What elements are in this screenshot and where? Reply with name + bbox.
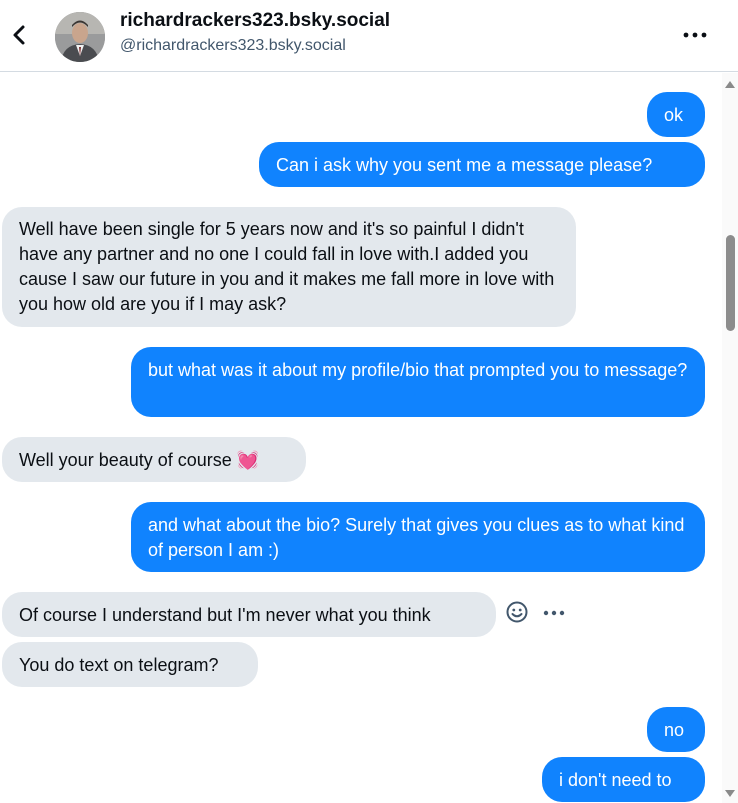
scrollbar[interactable] [722, 73, 738, 803]
chevron-left-icon [13, 25, 25, 45]
message-bubble-incoming[interactable]: Well have been single for 5 years now an… [2, 207, 576, 327]
profile-display-name[interactable]: richardrackers323.bsky.social [120, 10, 390, 32]
scroll-down-arrow-icon[interactable] [725, 790, 735, 797]
conversation-header: richardrackers323.bsky.social @richardra… [0, 0, 738, 72]
smiley-icon [506, 601, 528, 623]
more-horizontal-icon [683, 32, 707, 38]
more-horizontal-icon [543, 610, 565, 616]
conversation-menu-button[interactable] [680, 22, 710, 48]
message-bubble-outgoing[interactable]: Can i ask why you sent me a message plea… [259, 142, 705, 187]
message-bubble-incoming[interactable]: Well your beauty of course 💓 [2, 437, 306, 482]
message-bubble-outgoing[interactable]: but what was it about my profile/bio tha… [131, 347, 705, 417]
message-list: ok Can i ask why you sent me a message p… [0, 73, 722, 803]
scrollbar-thumb[interactable] [726, 235, 735, 331]
message-bubble-outgoing[interactable]: i don't need to [542, 757, 705, 802]
add-reaction-button[interactable] [505, 600, 529, 624]
message-bubble-incoming[interactable]: You do text on telegram? [2, 642, 258, 687]
avatar-image [55, 12, 105, 62]
message-options-button[interactable] [541, 603, 567, 623]
message-bubble-outgoing[interactable]: and what about the bio? Surely that give… [131, 502, 705, 572]
message-bubble-outgoing[interactable]: no [647, 707, 705, 752]
scroll-up-arrow-icon[interactable] [725, 81, 735, 88]
message-bubble-outgoing[interactable]: ok [647, 92, 705, 137]
avatar[interactable] [55, 12, 105, 62]
profile-handle: @richardrackers323.bsky.social [120, 37, 346, 54]
back-button[interactable] [8, 20, 30, 50]
message-bubble-incoming[interactable]: Of course I understand but I'm never wha… [2, 592, 496, 637]
